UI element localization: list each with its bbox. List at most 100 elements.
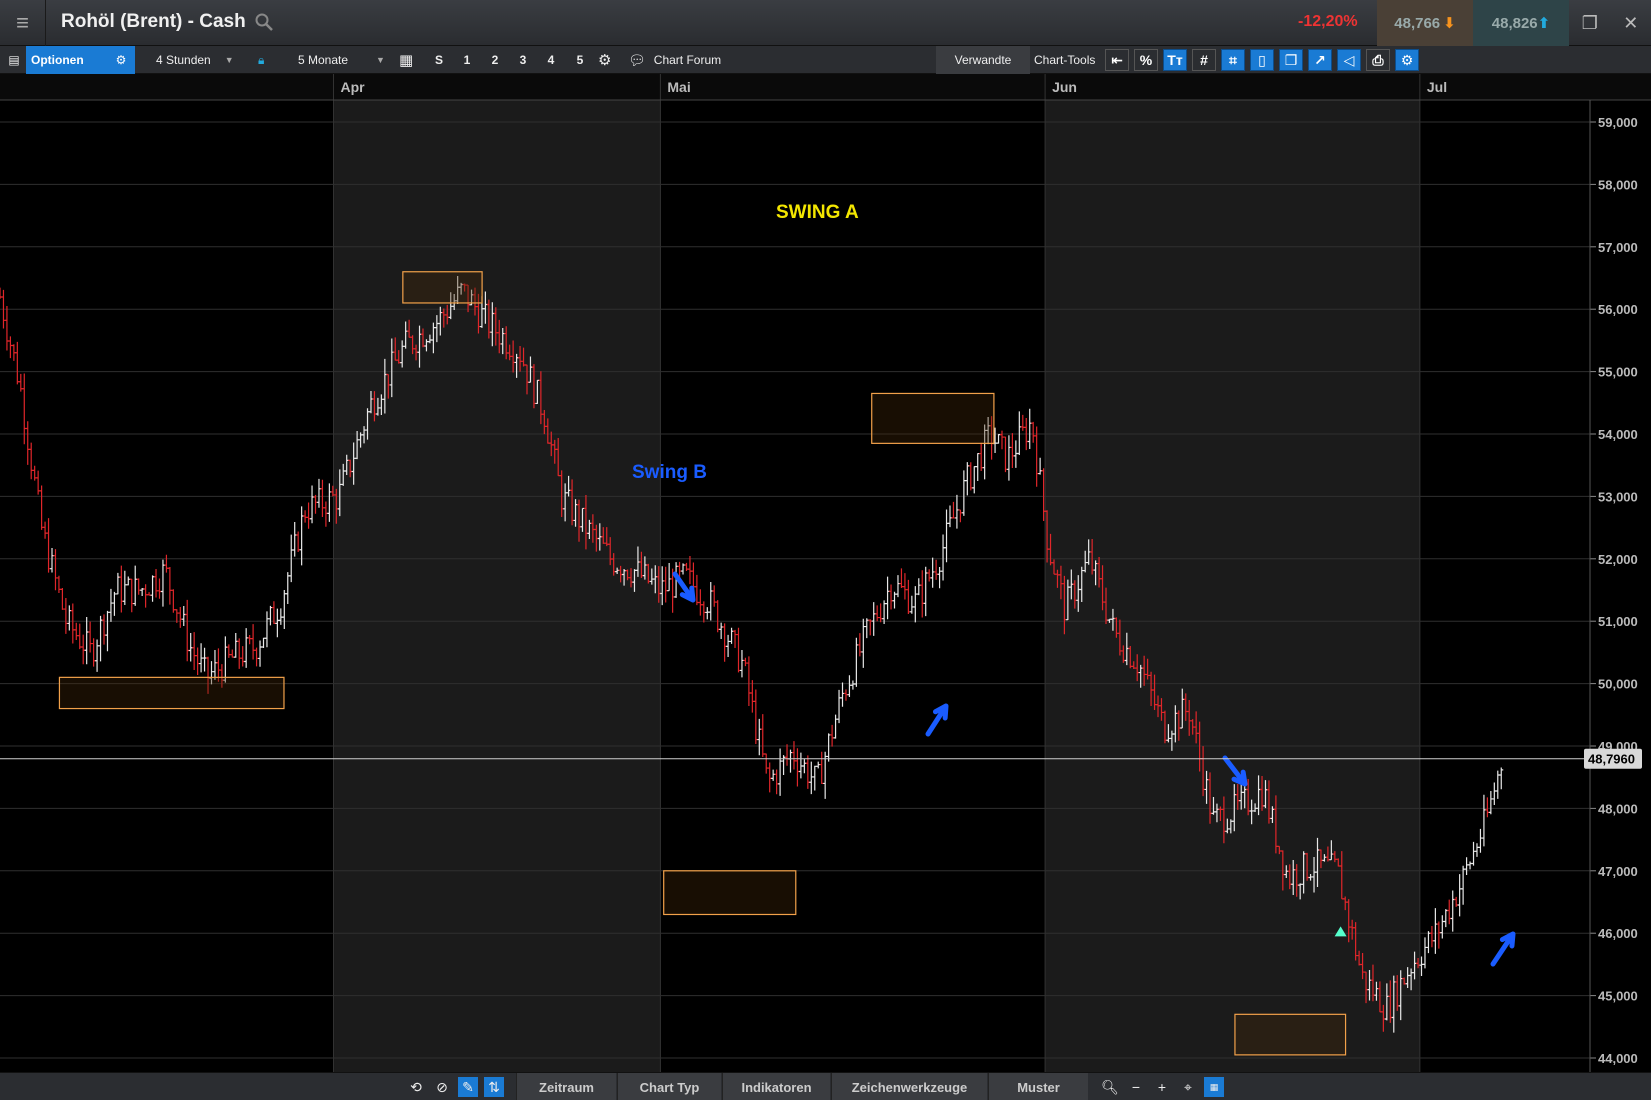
related-button[interactable]: Verwandte [936, 46, 1030, 74]
interval-dropdown[interactable]: 4 Stunden ▼ [156, 46, 234, 74]
y-tick-label: 59,000 [1598, 115, 1638, 130]
up-arrow-icon: ⬆ [1537, 15, 1551, 32]
grid-icon[interactable]: # [1192, 49, 1216, 71]
price-chart[interactable]: Apr Mai Jun Jul 59,000 58,000 57,000 56,000 55,0… [0, 74, 1651, 1072]
x-tick-label-jun: Jun [1052, 79, 1077, 95]
tag-icon[interactable]: ◁ [1337, 49, 1361, 71]
no-entry-icon[interactable]: ⊘ [432, 1077, 452, 1097]
x-tick-label-apr: Apr [341, 79, 366, 95]
x-tick-label-jul: Jul [1427, 79, 1447, 95]
print-icon[interactable]: ⎙ [1366, 49, 1390, 71]
y-tick-label: 53,000 [1598, 489, 1638, 504]
hamburger-menu-icon[interactable]: ≡ [0, 0, 46, 46]
arrow-left-icon[interactable]: ⇤ [1105, 49, 1129, 71]
zoom-search-icon[interactable]: 🔍︎ [1100, 1077, 1120, 1097]
annotation-swing-a: SWING A [776, 202, 859, 223]
crosshair-icon[interactable]: ⌖ [1178, 1077, 1198, 1097]
sell-price-button[interactable]: 48,766 ⬇ [1377, 0, 1473, 46]
date-axis-background [0, 74, 1651, 100]
swing-highlight-box [58, 676, 285, 710]
x-tick-label-mai: Mai [667, 79, 690, 95]
y-tick-label: 58,000 [1598, 177, 1638, 192]
options-label: Optionen [31, 53, 84, 67]
range-dropdown[interactable]: 5 Monate ▼ [298, 46, 385, 74]
month-band [660, 100, 1046, 1072]
magnet-icon[interactable]: ⇅ [484, 1077, 504, 1097]
preset-button-1[interactable]: 1 [454, 46, 480, 74]
y-tick-label: 46,000 [1598, 926, 1638, 941]
bottom-toolbar: ⟲ ⊘ ✎ ⇅ Zeitraum Chart Typ Indikatoren Z… [0, 1072, 1651, 1100]
calendar-icon[interactable]: ▦ [399, 46, 413, 74]
preset-button-2[interactable]: 2 [482, 46, 508, 74]
y-tick-label: 45,000 [1598, 989, 1638, 1004]
lock-icon[interactable]: 🔒︎ [258, 46, 264, 74]
zoom-out-icon[interactable]: − [1126, 1077, 1146, 1097]
chart-forum-button[interactable]: 💬︎ Chart Forum [628, 46, 721, 74]
down-arrow-icon: ⬇ [1443, 15, 1456, 32]
compare-chart-icon[interactable]: ↗ [1308, 49, 1332, 71]
price-change-percent: -12,20% [1298, 13, 1358, 30]
preset-button-5[interactable]: 5 [567, 46, 593, 74]
pencil-icon[interactable]: ✎ [458, 1077, 478, 1097]
tab-indikatoren[interactable]: Indikatoren [722, 1073, 830, 1100]
sidebar-toggle-icon[interactable]: ▤ [4, 46, 24, 74]
month-band [1045, 100, 1420, 1072]
options-button[interactable]: Optionen ⚙ [26, 46, 135, 74]
window-controls: ❐ ✕ [1569, 0, 1651, 46]
y-tick-label: 57,000 [1598, 240, 1638, 255]
y-tick-label: 48,000 [1598, 801, 1638, 816]
range-value: 5 Monate [298, 53, 349, 67]
y-tick-label: 50,000 [1598, 677, 1638, 692]
annotation-swing-b: Swing B [632, 462, 707, 483]
y-tick-label: 55,000 [1598, 365, 1638, 380]
windows-icon[interactable]: ❐ [1279, 49, 1303, 71]
instrument-title: Rohöl (Brent) - Cash [61, 11, 246, 32]
chart-toolbar: ▤ Optionen ⚙ 4 Stunden ▼ 🔒︎ 5 Monate ▼ ▦… [0, 46, 1651, 74]
y-tick-label: 56,000 [1598, 302, 1638, 317]
gear-icon: ⚙ [115, 53, 127, 67]
close-icon[interactable]: ✕ [1623, 13, 1638, 34]
month-band [333, 100, 661, 1072]
swing-highlight-box [663, 870, 797, 916]
month-band [0, 100, 334, 1072]
tab-muster[interactable]: Muster [988, 1073, 1088, 1100]
preset-button-s[interactable]: S [426, 46, 452, 74]
title-bar: ≡ Rohöl (Brent) - Cash -12,20% 48,766 ⬇ … [0, 0, 1651, 46]
y-tick-label: 51,000 [1598, 614, 1638, 629]
tab-zeitraum[interactable]: Zeitraum [516, 1073, 616, 1100]
chart-tools-label: Chart-Tools [1034, 53, 1096, 67]
sell-price: 48,766 [1394, 14, 1441, 32]
chart-forum-label: Chart Forum [653, 53, 722, 67]
swing-highlight-box [1234, 1013, 1347, 1056]
swing-highlight-box [871, 392, 995, 444]
crosshair-grid-icon[interactable]: ⌗ [1221, 49, 1245, 71]
percent-icon[interactable]: % [1134, 49, 1158, 71]
y-tick-label: 54,000 [1598, 427, 1638, 442]
settings-gears-icon[interactable]: ⚙ [1395, 49, 1419, 71]
interval-value: 4 Stunden [156, 53, 211, 67]
chart-canvas[interactable]: Apr Mai Jun Jul 59,000 58,000 57,000 56,000 55,0… [0, 74, 1651, 1072]
restore-window-icon[interactable]: ❐ [1582, 13, 1598, 34]
buy-price-button[interactable]: 48,826 ⬆ [1473, 0, 1569, 46]
tab-chart-typ[interactable]: Chart Typ [617, 1073, 721, 1100]
y-tick-label: 47,000 [1598, 864, 1638, 879]
search-icon[interactable] [254, 12, 274, 32]
chat-bubble-icon: 💬︎ [628, 51, 646, 68]
chevron-down-icon: ▼ [224, 55, 234, 65]
swing-highlight-box [402, 271, 483, 304]
current-price-label: 48,7960 [1588, 752, 1635, 767]
calendar-range-icon[interactable]: ▦ [1204, 1077, 1224, 1097]
buy-price: 48,826 [1491, 14, 1538, 32]
trading-app-window: ≡ Rohöl (Brent) - Cash -12,20% 48,766 ⬇ … [0, 0, 1651, 1100]
preset-button-4[interactable]: 4 [538, 46, 564, 74]
preset-button-3[interactable]: 3 [510, 46, 536, 74]
chevron-down-icon: ▼ [376, 55, 385, 65]
y-tick-label: 52,000 [1598, 552, 1638, 567]
candle-icon[interactable]: ▯ [1250, 49, 1274, 71]
text-tool-icon[interactable]: Tт [1163, 49, 1187, 71]
zoom-in-icon[interactable]: + [1152, 1077, 1172, 1097]
refresh-icon[interactable]: ⟲ [406, 1077, 426, 1097]
gear-icon[interactable]: ⚙ [598, 46, 611, 74]
tab-zeichenwerkzeuge[interactable]: Zeichenwerkzeuge [831, 1073, 987, 1100]
y-tick-label: 44,000 [1598, 1051, 1638, 1066]
